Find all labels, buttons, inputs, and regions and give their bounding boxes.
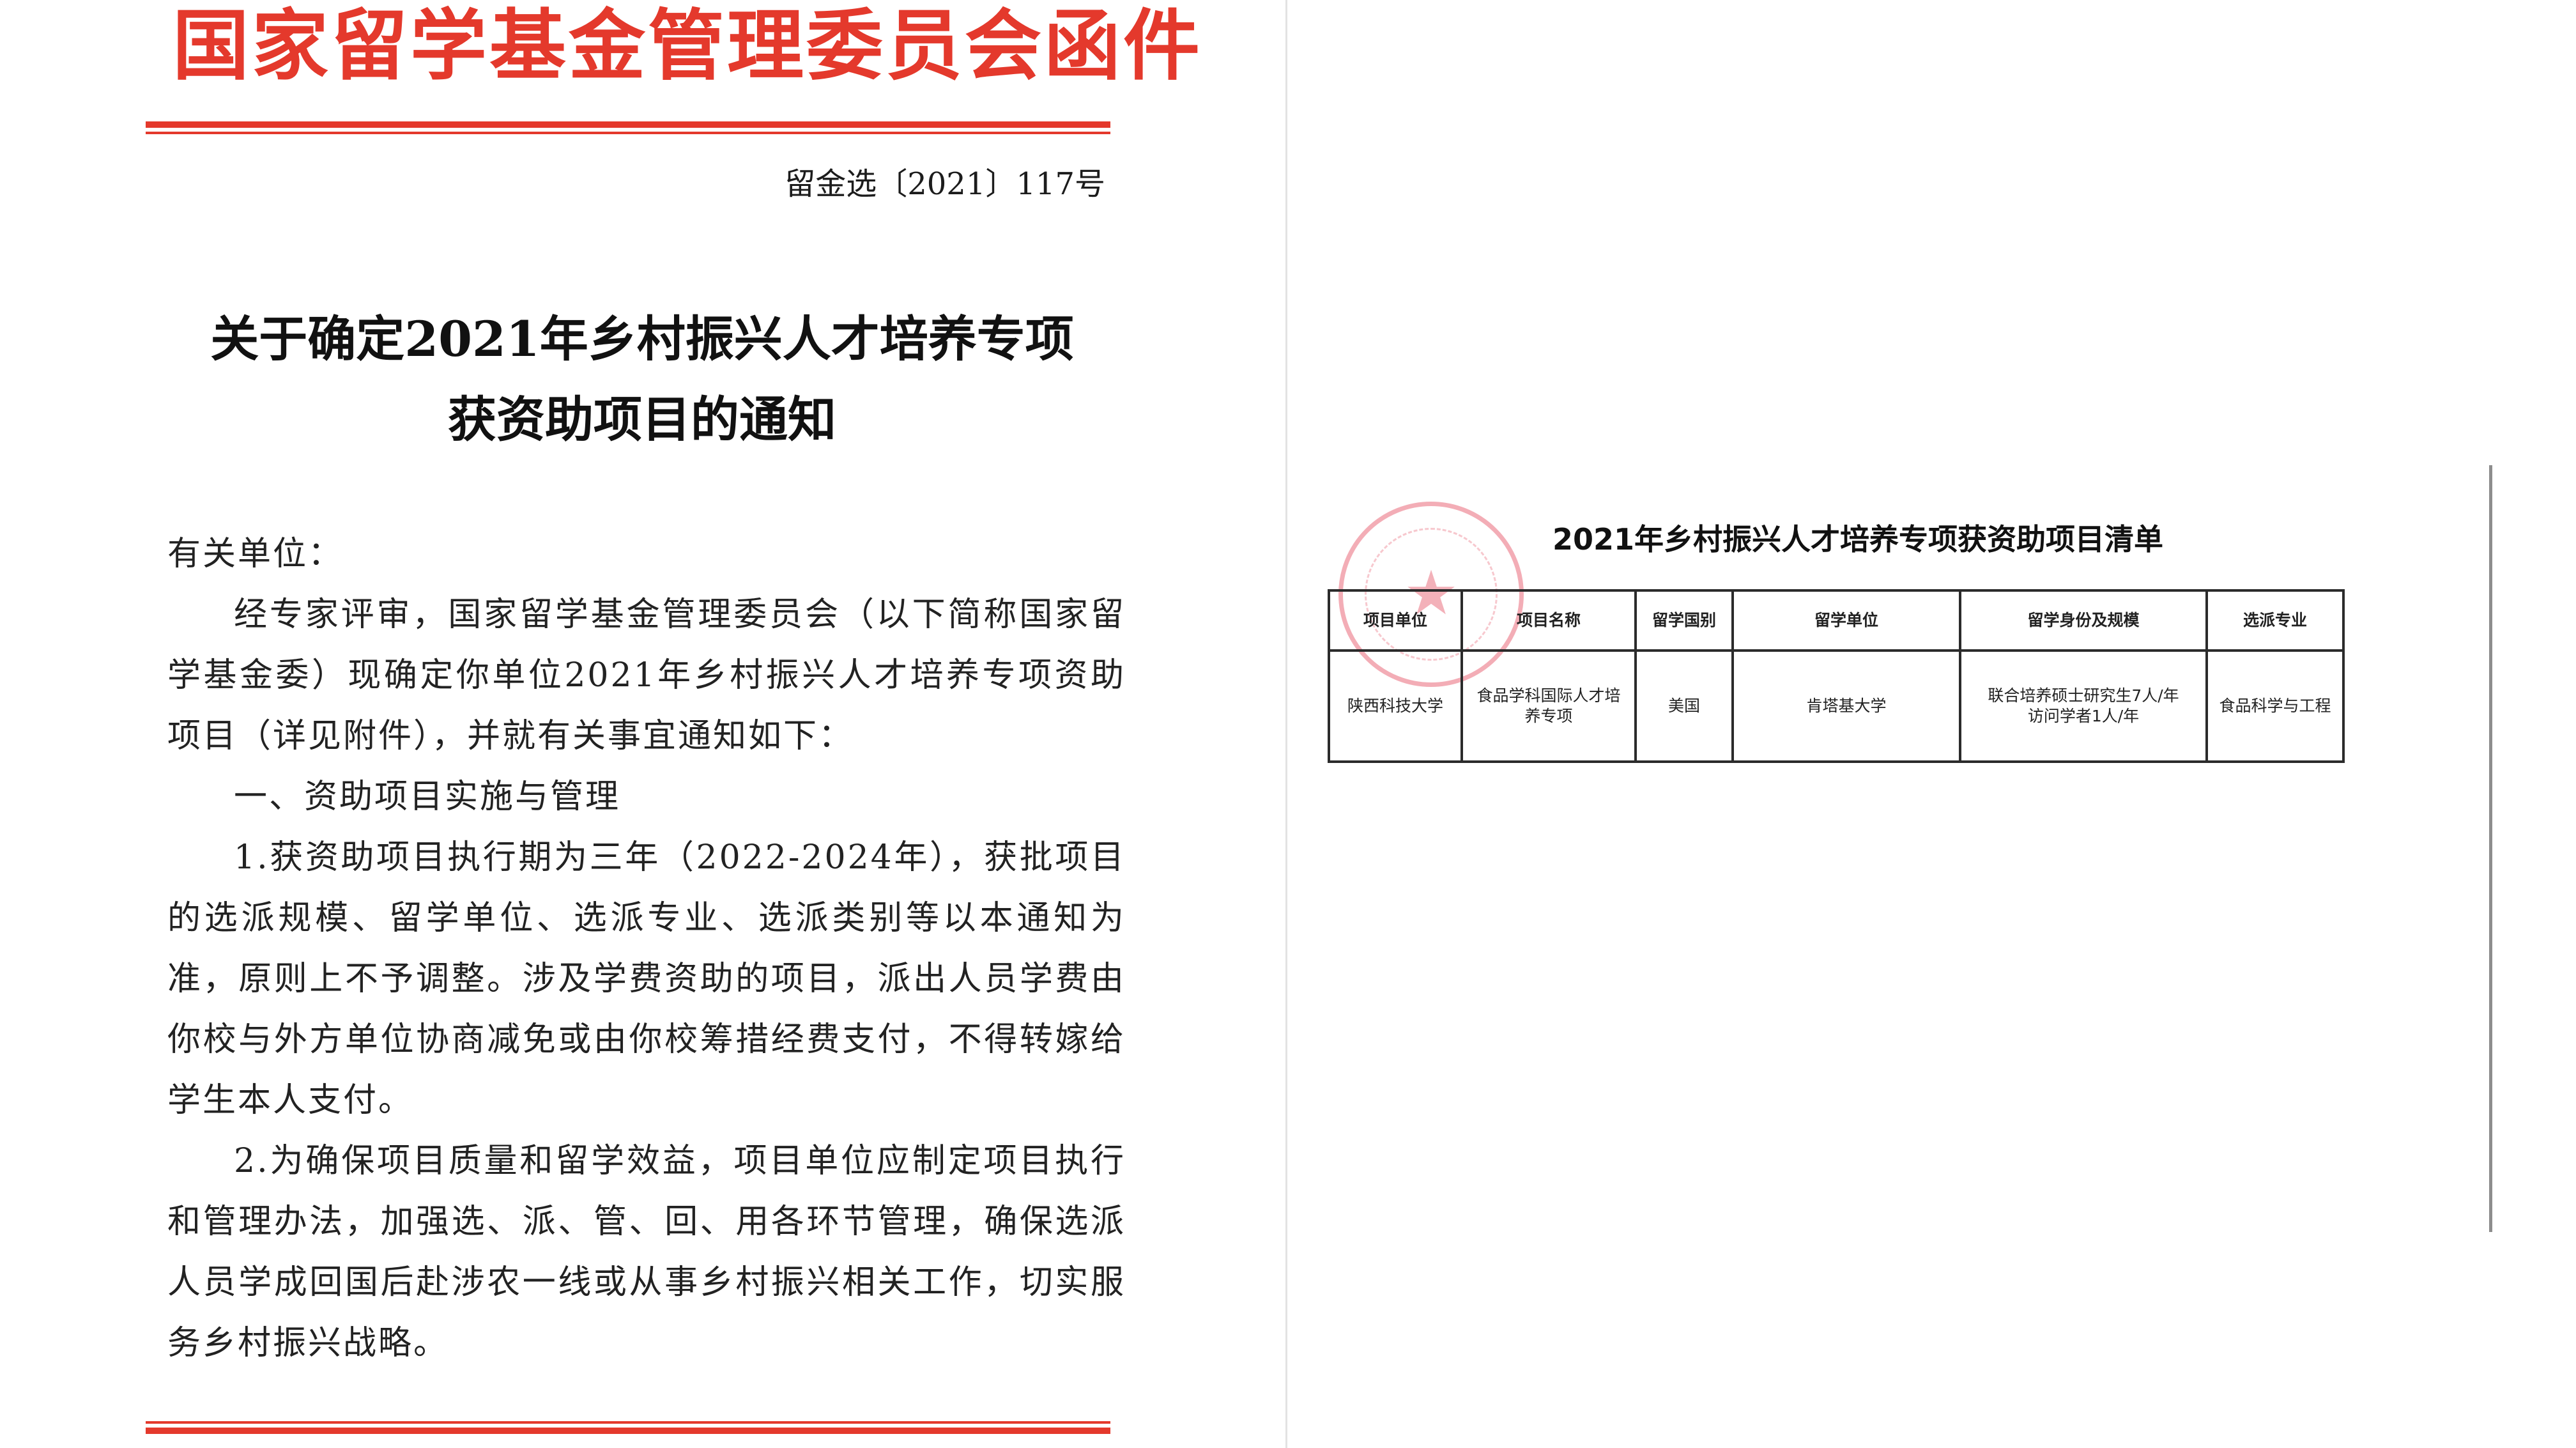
table-header: 项目单位 xyxy=(1328,589,1463,652)
body-paragraph: 2.为确保项目质量和留学效益，项目单位应制定项目执行和管理办法，加强选、派、管、… xyxy=(167,1142,1126,1362)
cell-line: 食品学科国际人才培 xyxy=(1476,686,1621,705)
cell-line: 联合培养硕士研究生7人/年 xyxy=(1988,686,2179,705)
table-header: 留学单位 xyxy=(1731,589,1961,652)
body-paragraph: 1.获资助项目执行期为三年（2022-2024年），获批项目的选派规模、留学单位… xyxy=(167,838,1126,1120)
letterhead-title: 国家留学基金管理委员会函件 xyxy=(172,1,1202,91)
notice-title-line: 关于确定2021年乡村振兴人才培养专项 xyxy=(210,311,1074,367)
letterhead-rule-thick xyxy=(146,121,1110,128)
notice-title: 关于确定2021年乡村振兴人才培养专项 获资助项目的通知 xyxy=(166,299,1118,460)
letterhead-rule-thin xyxy=(146,132,1110,134)
cell-major: 食品科学与工程 xyxy=(2205,649,2345,763)
table-header: 选派专业 xyxy=(2205,589,2345,652)
cell-line: 养专项 xyxy=(1524,707,1573,725)
cell-host-institution: 肯塔基大学 xyxy=(1731,649,1961,763)
body-paragraph: 经专家评审，国家留学基金管理委员会（以下简称国家留学基金委）现确定你单位2021… xyxy=(167,596,1126,755)
salutation: 有关单位： xyxy=(167,535,344,573)
notice-body: 有关单位： 经专家评审，国家留学基金管理委员会（以下简称国家留学基金委）现确定你… xyxy=(167,524,1126,1374)
cell-country: 美国 xyxy=(1634,649,1734,763)
table-header: 留学身份及规模 xyxy=(1959,589,2208,652)
table-header: 留学国别 xyxy=(1634,589,1734,652)
cell-scale: 联合培养硕士研究生7人/年 访问学者1人/年 xyxy=(1959,649,2208,763)
page-edge-scrollbar[interactable] xyxy=(2489,465,2492,1232)
table-header-row: 项目单位 项目名称 留学国别 留学单位 留学身份及规模 选派专业 xyxy=(1328,589,2345,652)
cell-line: 访问学者1人/年 xyxy=(2027,707,2140,725)
attachment-title: 2021年乡村振兴人才培养专项获资助项目清单 xyxy=(1552,522,2164,557)
section-heading: 一、资助项目实施与管理 xyxy=(234,778,621,816)
document-number: 留金选〔2021〕117号 xyxy=(785,166,1105,202)
table-row: 陕西科技大学 食品学科国际人才培 养专项 美国 肯塔基大学 联合培养硕士研究生7… xyxy=(1328,649,2345,763)
cell-project-name: 食品学科国际人才培 养专项 xyxy=(1460,649,1637,763)
cell-unit: 陕西科技大学 xyxy=(1328,649,1463,763)
notice-page: 国家留学基金管理委员会函件 留金选〔2021〕117号 关于确定2021年乡村振… xyxy=(0,0,1287,1448)
footer-rule-thin xyxy=(146,1421,1110,1424)
footer-rule-thick xyxy=(146,1428,1110,1434)
table-header: 项目名称 xyxy=(1460,589,1637,652)
grant-project-table: 项目单位 项目名称 留学国别 留学单位 留学身份及规模 选派专业 陕西科技大学 … xyxy=(1328,589,2345,763)
notice-title-line: 获资助项目的通知 xyxy=(448,391,836,448)
